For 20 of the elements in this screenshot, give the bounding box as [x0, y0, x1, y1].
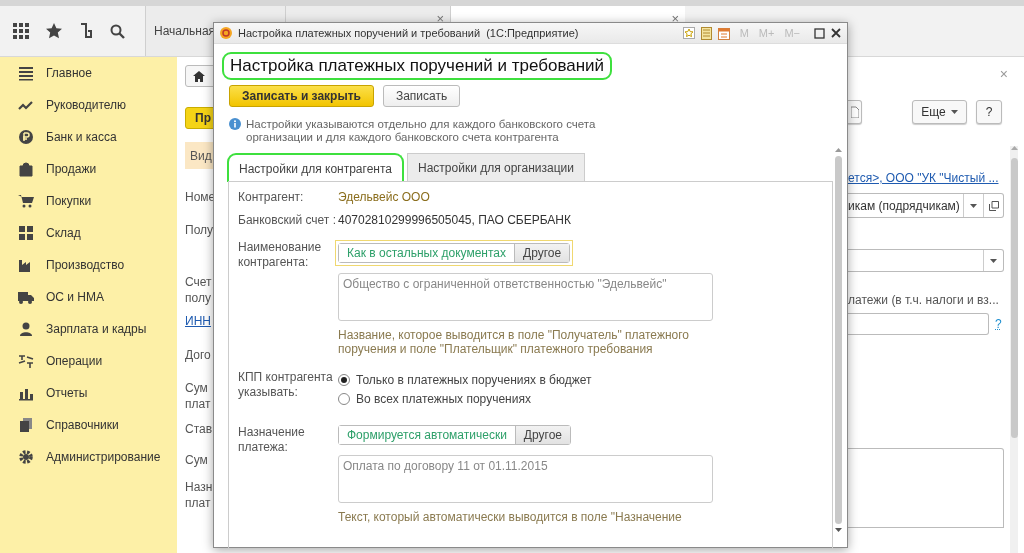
field-label: Дого [185, 347, 211, 363]
hint-text: Текст, который автоматически выводится в поле "Назначение [338, 510, 683, 524]
field-label: Контрагент: [238, 190, 305, 205]
field-value: 40702810299996505045, ПАО СБЕРБАНК [338, 213, 571, 228]
field-label: Назн плат [185, 479, 213, 511]
field-label: Полу [185, 222, 214, 238]
field-label: Назначение платежа: [238, 425, 306, 456]
field-label: Счет полу [185, 274, 212, 306]
field-value: Эдельвейс ООО [338, 190, 430, 205]
field-label: Став [185, 421, 213, 437]
field-label: Наименование контрагента: [238, 240, 323, 271]
field-label: КПП контрагента указывать: [238, 370, 334, 401]
field-label: Сум [185, 452, 208, 468]
window-title: Настройка платежных поручений и требований (1С:Предприятие) [238, 27, 580, 39]
field-label: Банковский счет : [238, 213, 338, 228]
field-label: Сум плат [185, 380, 211, 412]
form-heading: Настройка платежных поручений и требований [222, 52, 613, 80]
info-text: Настройки указываются отдельно для каждого банковского счета организации и для каждого банковского счета контрагента [246, 118, 597, 144]
field-label: латежи (в т.ч. налоги и вз... [848, 293, 1000, 307]
hint-text: Название, которое выводится в поле "Получатель" платежного поручения и поле "Плательщик" платежного требования [338, 328, 691, 356]
